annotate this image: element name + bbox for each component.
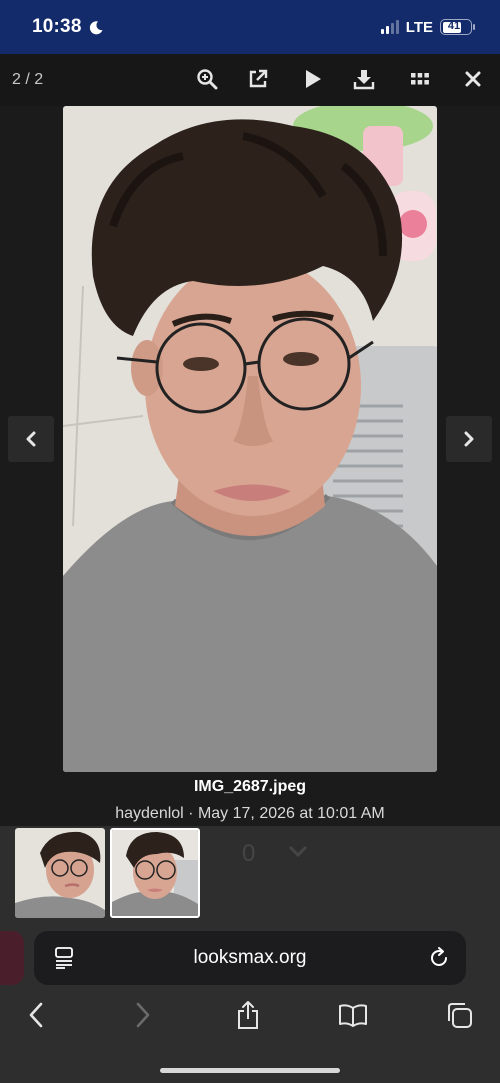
status-bar: 10:38 LTE 41 — [0, 0, 500, 54]
reaction-count: 0 — [242, 840, 256, 867]
moon-icon — [88, 20, 104, 36]
image-counter: 2 / 2 — [12, 71, 44, 88]
close-icon — [465, 71, 481, 87]
share-icon — [238, 1001, 258, 1029]
home-indicator — [160, 1068, 340, 1073]
image-filename: IMG_2687.jpeg — [193, 778, 307, 795]
chevron-down-icon — [288, 844, 308, 862]
slideshow-button[interactable] — [300, 66, 326, 92]
bookmarks-button[interactable] — [338, 1000, 368, 1030]
open-external-icon — [249, 69, 268, 88]
url-text: looksmax.org — [193, 947, 307, 968]
forward-button[interactable] — [128, 1000, 158, 1030]
chevron-left-icon — [26, 431, 36, 447]
play-icon — [306, 70, 321, 88]
reader-icon[interactable] — [54, 947, 74, 974]
previous-tab-preview[interactable] — [0, 931, 24, 985]
thumbnails-toggle-button[interactable] — [407, 66, 433, 92]
browser-nav-row — [0, 1000, 500, 1032]
browser-bottom-bar: looksmax.org — [0, 922, 500, 1083]
chevron-right-icon — [464, 431, 474, 447]
address-bar[interactable]: looksmax.org — [34, 931, 466, 985]
network-label: LTE — [405, 18, 433, 36]
lightbox-toolbar: 2 / 2 — [0, 54, 500, 106]
download-icon — [353, 70, 375, 90]
back-button[interactable] — [21, 1000, 51, 1030]
thumbnail-2[interactable] — [110, 828, 200, 918]
battery-level: 41 — [447, 20, 461, 32]
close-button[interactable] — [460, 66, 486, 92]
main-photo[interactable] — [63, 106, 437, 772]
status-time: 10:38 — [32, 16, 82, 37]
back-icon — [29, 1002, 43, 1028]
previous-button[interactable] — [8, 416, 54, 462]
signal-icon — [380, 20, 399, 34]
tabs-button[interactable] — [444, 1000, 474, 1030]
zoom-in-button[interactable] — [194, 66, 220, 92]
open-external-button[interactable] — [245, 66, 271, 92]
zoom-in-icon — [197, 69, 218, 90]
grid-icon — [411, 73, 429, 85]
next-button[interactable] — [446, 416, 492, 462]
battery-icon: 41 — [440, 19, 475, 35]
reload-icon[interactable] — [428, 947, 450, 974]
share-button[interactable] — [233, 1000, 263, 1030]
lightbox-stage: IMG_2687.jpeg haydenlol · May 17, 2026 a… — [0, 106, 500, 826]
bookmarks-icon — [339, 1004, 367, 1027]
tabs-icon — [448, 1003, 472, 1028]
forward-icon — [136, 1002, 150, 1028]
thumbnail-1[interactable] — [15, 828, 105, 918]
download-button[interactable] — [351, 66, 377, 92]
image-meta: haydenlol · May 17, 2026 at 10:01 AM — [115, 805, 385, 822]
thumbnail-strip: 0 — [0, 826, 500, 922]
